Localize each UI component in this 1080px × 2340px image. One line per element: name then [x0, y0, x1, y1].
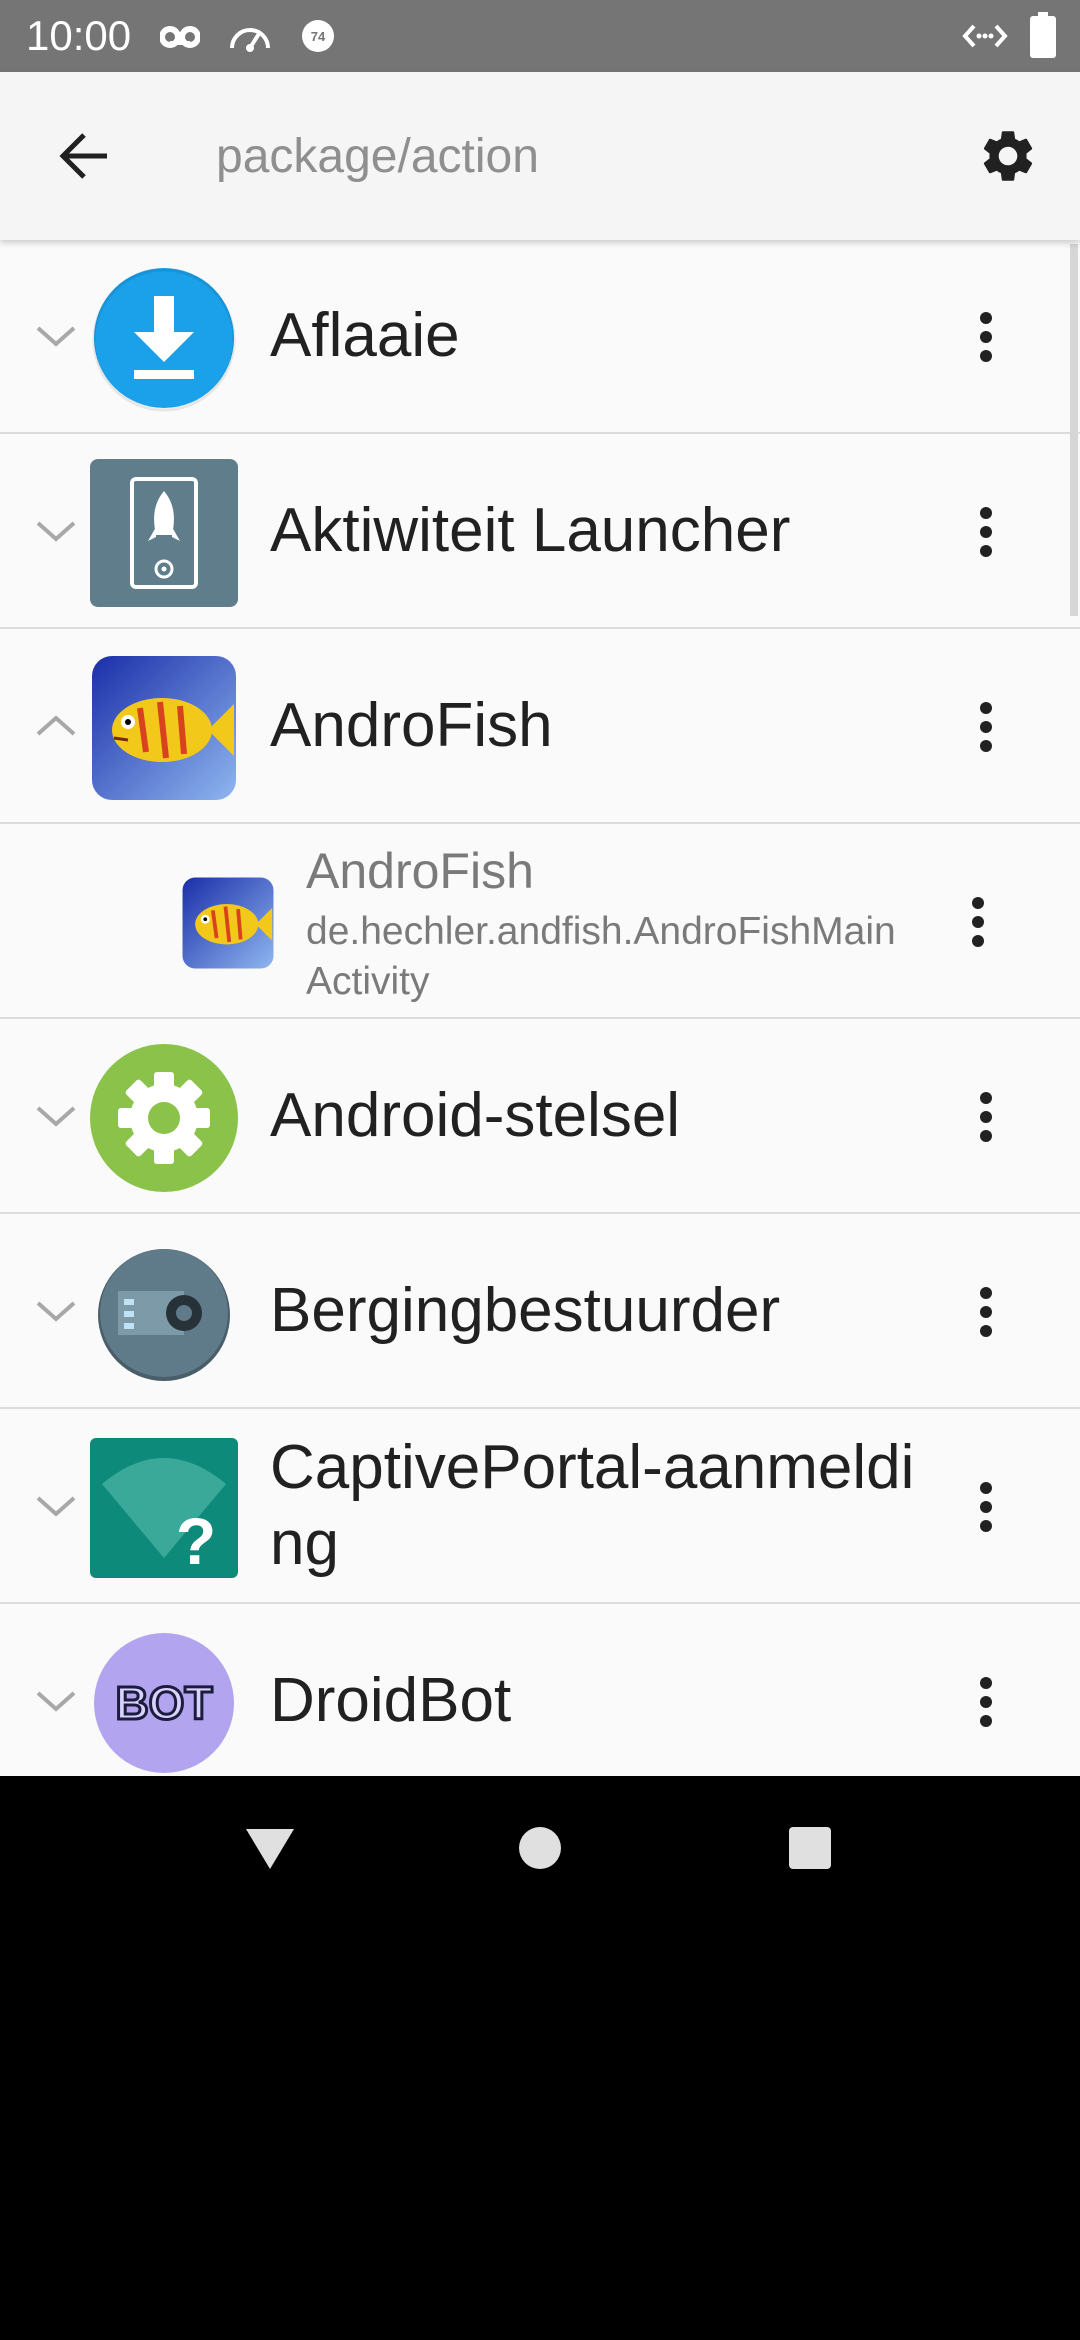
more-vert-icon [980, 507, 992, 557]
status-bar: 10:00 74 [0, 0, 1080, 72]
list-item-expanded[interactable]: AndroFish [0, 630, 1080, 824]
storage-icon [98, 1249, 230, 1381]
more-menu-button[interactable] [956, 1657, 1016, 1747]
more-vert-icon [972, 897, 984, 947]
chevron-down-icon[interactable] [30, 1488, 82, 1524]
navigation-bar [0, 1776, 1080, 1920]
chevron-down-icon[interactable] [30, 318, 82, 354]
activity-title: AndroFish [306, 843, 534, 899]
back-button[interactable] [44, 116, 124, 196]
more-vert-icon [980, 1287, 992, 1337]
fish-icon [182, 877, 274, 969]
list-item[interactable]: Aktiwiteit Launcher [0, 435, 1080, 629]
more-menu-button[interactable] [956, 292, 1016, 382]
app-list[interactable]: Aflaaie Aktiwiteit Launcher AndroFish An… [0, 240, 1080, 1776]
app-label: DroidBot [270, 1666, 512, 1735]
list-item[interactable]: Android-stelsel [0, 1020, 1080, 1214]
svg-text:?: ? [176, 1504, 216, 1578]
more-vert-icon [980, 312, 992, 362]
chevron-down-icon[interactable] [30, 1293, 82, 1329]
activity-list-item[interactable]: AndroFish de.hechler.andfish.AndroFishMa… [0, 825, 1080, 1019]
more-menu-button[interactable] [956, 1462, 1016, 1552]
more-menu-button[interactable] [948, 877, 1008, 967]
more-menu-button[interactable] [956, 1072, 1016, 1162]
app-label: CaptivePortal-aanmelding [270, 1433, 915, 1578]
recents-nav-button[interactable] [768, 1806, 852, 1890]
bot-icon: BOT [94, 1633, 234, 1773]
rocket-icon [90, 459, 238, 607]
chevron-down-icon[interactable] [30, 1098, 82, 1134]
chevron-up-icon[interactable] [30, 708, 82, 744]
fish-icon [92, 656, 236, 800]
gear-icon [90, 1044, 238, 1192]
gear-icon [983, 131, 1033, 181]
wifi-question-icon: ? [90, 1438, 238, 1578]
notification-badge-icon: 74 [300, 18, 336, 58]
more-vert-icon [980, 1092, 992, 1142]
list-item[interactable]: Bergingbestuurder [0, 1215, 1080, 1409]
back-nav-button[interactable] [228, 1806, 312, 1890]
app-bar [0, 72, 1080, 240]
app-label: AndroFish [270, 691, 553, 760]
more-vert-icon [980, 1677, 992, 1727]
screen: 10:00 74 package/action Aflaaie Aktiwite… [0, 0, 1080, 2340]
app-label: Aflaaie [270, 301, 460, 370]
app-label: Android-stelsel [270, 1081, 681, 1150]
notification-badge-text: 74 [311, 29, 326, 44]
more-vert-icon [980, 702, 992, 752]
download-icon [92, 268, 236, 412]
chevron-down-icon[interactable] [30, 1683, 82, 1719]
list-item[interactable]: BOT DroidBot [0, 1605, 1080, 1776]
more-menu-button[interactable] [956, 682, 1016, 772]
search-input[interactable] [216, 124, 936, 188]
speedometer-icon [226, 18, 274, 58]
more-menu-button[interactable] [956, 487, 1016, 577]
bot-icon-text: BOT [115, 1677, 212, 1729]
activity-class-name: de.hechler.andfish.AndroFishMainActivity [306, 910, 896, 1003]
voicemail-icon [159, 22, 201, 52]
app-label: Aktiwiteit Launcher [270, 496, 791, 565]
settings-button[interactable] [966, 114, 1050, 198]
battery-icon [1030, 12, 1056, 58]
status-time: 10:00 [26, 12, 132, 59]
code-icon [962, 20, 1008, 60]
chevron-down-icon[interactable] [30, 513, 82, 549]
list-item[interactable]: Aflaaie [0, 240, 1080, 434]
back-arrow-icon [59, 133, 107, 179]
more-vert-icon [980, 1482, 992, 1532]
scrollbar[interactable] [1070, 244, 1078, 616]
home-nav-button[interactable] [498, 1806, 582, 1890]
home-circle-icon [519, 1827, 561, 1869]
triangle-back-icon [246, 1829, 294, 1869]
square-recents-icon [789, 1827, 831, 1869]
app-label: Bergingbestuurder [270, 1276, 781, 1345]
list-item[interactable]: ? CaptivePortal-aanmelding [0, 1410, 1080, 1604]
more-menu-button[interactable] [956, 1267, 1016, 1357]
